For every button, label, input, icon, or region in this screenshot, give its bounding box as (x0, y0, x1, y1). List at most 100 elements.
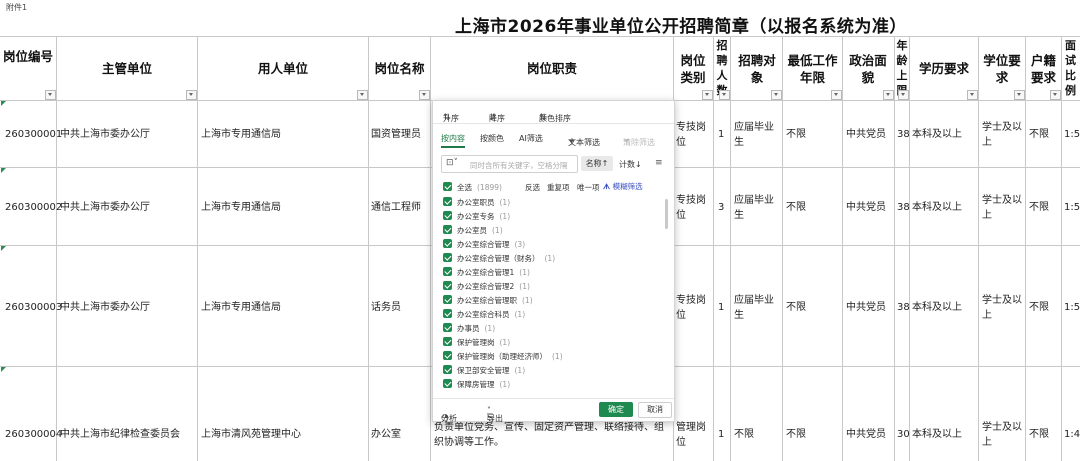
cell-exam-ratio[interactable]: 1:4 (1064, 427, 1080, 442)
export-button[interactable]: ⎘ 导出 ˅ (487, 406, 503, 423)
filter-dropdown-button[interactable] (719, 90, 730, 100)
cell-hukou[interactable]: 不限 (1029, 200, 1049, 215)
cell-pos-id[interactable]: 260300001 (5, 127, 62, 142)
cancel-button[interactable]: 取消 (638, 402, 672, 418)
cell-authority[interactable]: 中共上海市委办公厅 (60, 300, 150, 315)
list-item[interactable]: 办事员 (1) (443, 322, 663, 334)
checkbox-checked-icon[interactable] (443, 379, 452, 388)
cell-political[interactable]: 中共党员 (846, 200, 886, 215)
cell-degree[interactable]: 学士及以上 (982, 120, 1024, 150)
cell-min-years[interactable]: 不限 (786, 200, 806, 215)
checkbox-checked-icon[interactable] (443, 365, 452, 374)
tab-ai-filter[interactable]: AI筛选 (519, 133, 543, 144)
cell-exam-ratio[interactable]: 1:5 (1064, 127, 1080, 142)
checkbox-checked-icon[interactable] (443, 309, 452, 318)
cell-pos-name[interactable]: 通信工程师 (371, 200, 421, 215)
tab-by-content[interactable]: 按内容 (441, 133, 465, 144)
cell-employer[interactable]: 上海市清风苑管理中心 (201, 427, 301, 442)
cell-pos-type[interactable]: 管理岗位 (676, 420, 712, 450)
cell-pos-name[interactable]: 话务员 (371, 300, 401, 315)
cell-duty[interactable]: 负责单位党务、宣传、固定资产管理、联络接待、组织协调等工作。 (434, 420, 670, 450)
fuzzy-filter-button[interactable]: ᗑ 模糊筛选 (603, 181, 643, 192)
checkbox-checked-icon[interactable] (443, 253, 452, 262)
list-item[interactable]: 保障房管理 (1) (443, 378, 663, 390)
checkbox-checked-icon[interactable] (443, 182, 452, 191)
cell-pos-name[interactable]: 办公室 (371, 427, 401, 442)
filter-dropdown-button[interactable] (419, 90, 430, 100)
cell-education[interactable]: 本科及以上 (912, 427, 962, 442)
filter-dropdown-button[interactable] (186, 90, 197, 100)
cell-target[interactable]: 不限 (734, 427, 754, 442)
cell-target[interactable]: 应届毕业生 (734, 193, 780, 223)
checkbox-checked-icon[interactable] (443, 211, 452, 220)
duplicates-button[interactable]: 重复项 (547, 182, 570, 193)
search-scope-icon[interactable]: ⊡˅ (446, 158, 458, 168)
checkbox-checked-icon[interactable] (443, 337, 452, 346)
list-item[interactable]: 办公室专务 (1) (443, 210, 663, 222)
search-input[interactable]: ⊡˅ 同时含所有关键字，空格分隔 (441, 155, 578, 173)
cell-pos-id[interactable]: 260300004 (5, 427, 62, 442)
filter-dropdown-button[interactable] (357, 90, 368, 100)
cell-hire-count[interactable]: 3 (718, 200, 724, 215)
list-item[interactable]: 办公室员 (1) (443, 224, 663, 236)
checkbox-checked-icon[interactable] (443, 295, 452, 304)
cell-hire-count[interactable]: 1 (718, 127, 724, 142)
cell-exam-ratio[interactable]: 1:5 (1064, 200, 1080, 215)
cell-exam-ratio[interactable]: 1:5 (1064, 300, 1080, 315)
filter-dropdown-button[interactable] (1050, 90, 1061, 100)
cell-hukou[interactable]: 不限 (1029, 127, 1049, 142)
filter-dropdown-button[interactable] (771, 90, 782, 100)
list-item[interactable]: 办公室综合管理2 (1) (443, 280, 663, 292)
cell-age[interactable]: 30 (897, 427, 910, 442)
cell-hire-count[interactable]: 1 (718, 300, 724, 315)
list-item[interactable]: 办公室综合科员 (1) (443, 308, 663, 320)
cell-hukou[interactable]: 不限 (1029, 300, 1049, 315)
cell-min-years[interactable]: 不限 (786, 427, 806, 442)
checkbox-checked-icon[interactable] (443, 351, 452, 360)
checkbox-checked-icon[interactable] (443, 281, 452, 290)
sort-by-name-button[interactable]: 名称↑ (581, 156, 613, 171)
cell-hire-count[interactable]: 1 (718, 427, 724, 442)
cell-age[interactable]: 38 (897, 300, 910, 315)
cell-education[interactable]: 本科及以上 (912, 127, 962, 142)
cell-employer[interactable]: 上海市专用通信局 (201, 200, 281, 215)
cell-employer[interactable]: 上海市专用通信局 (201, 127, 281, 142)
checkbox-checked-icon[interactable] (443, 323, 452, 332)
sort-by-count-button[interactable]: 计数↓ (619, 159, 642, 170)
checkbox-checked-icon[interactable] (443, 239, 452, 248)
cell-age[interactable]: 38 (897, 200, 910, 215)
list-item[interactable]: 保卫部安全管理 (1) (443, 364, 663, 376)
cell-pos-id[interactable]: 260300002 (5, 200, 62, 215)
list-item[interactable]: 办公室综合管理职 (1) (443, 294, 663, 306)
cell-age[interactable]: 38 (897, 127, 910, 142)
checkbox-checked-icon[interactable] (443, 267, 452, 276)
filter-dropdown-button[interactable] (45, 90, 56, 100)
filter-dropdown-button[interactable] (883, 90, 894, 100)
cell-authority[interactable]: 中共上海市委办公厅 (60, 200, 150, 215)
cell-pos-name[interactable]: 国资管理员 (371, 127, 421, 142)
select-all-row[interactable]: 全选 (1899) 反选 重复项 唯一项 ᗑ 模糊筛选 (443, 181, 663, 193)
options-icon[interactable]: ≡ (655, 158, 663, 168)
cell-employer[interactable]: 上海市专用通信局 (201, 300, 281, 315)
cell-degree[interactable]: 学士及以上 (982, 420, 1024, 450)
list-item[interactable]: 办公室职员 (1) (443, 196, 663, 208)
cell-education[interactable]: 本科及以上 (912, 300, 962, 315)
cell-min-years[interactable]: 不限 (786, 300, 806, 315)
list-item[interactable]: 办公室综合管理（财务） (1) (443, 252, 663, 264)
filter-dropdown-button[interactable] (898, 90, 909, 100)
cell-hukou[interactable]: 不限 (1029, 427, 1049, 442)
filter-dropdown-button[interactable] (831, 90, 842, 100)
checkbox-checked-icon[interactable] (443, 225, 452, 234)
cell-target[interactable]: 应届毕业生 (734, 293, 780, 323)
cell-degree[interactable]: 学士及以上 (982, 293, 1024, 323)
list-item[interactable]: 办公室综合管理1 (1) (443, 266, 663, 278)
cell-pos-id[interactable]: 260300003 (5, 300, 62, 315)
filter-dropdown-button[interactable] (1014, 90, 1025, 100)
cell-min-years[interactable]: 不限 (786, 127, 806, 142)
filter-dropdown-button[interactable] (702, 90, 713, 100)
cell-target[interactable]: 应届毕业生 (734, 120, 780, 150)
cell-pos-type[interactable]: 专技岗位 (676, 193, 712, 223)
cell-pos-type[interactable]: 专技岗位 (676, 120, 712, 150)
cell-political[interactable]: 中共党员 (846, 427, 886, 442)
invert-button[interactable]: 反选 (525, 182, 540, 193)
